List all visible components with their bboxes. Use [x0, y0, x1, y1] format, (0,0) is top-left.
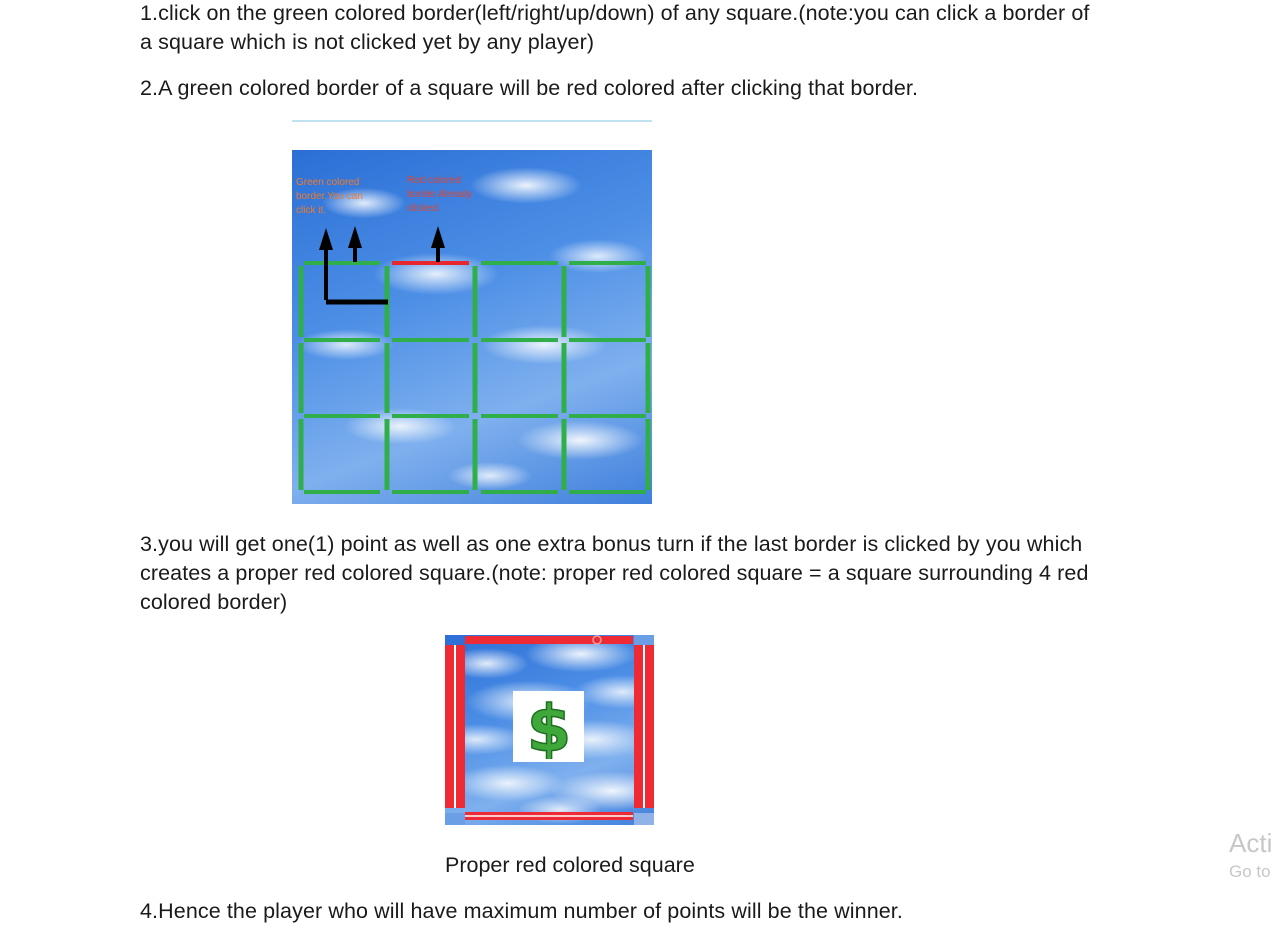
instruction-step-1: 1.click on the green colored border(left… [140, 1, 1090, 54]
instruction-step-4: 4.Hence the player who will have maximum… [140, 899, 903, 923]
proper-square-image: $ [445, 635, 654, 825]
svg-text:$: $ [526, 695, 571, 759]
dollar-icon: $ [513, 691, 584, 762]
divider [292, 120, 652, 122]
square-caption: Proper red colored square [445, 853, 695, 877]
top-red-border [465, 636, 633, 644]
instruction-step-2: 2.A green colored border of a square wil… [140, 76, 919, 100]
activation-watermark-subtitle: Go to [1229, 862, 1271, 881]
board-grid [298, 226, 651, 494]
board-example-image: Green colored border.You can click it. R… [292, 150, 652, 504]
activation-watermark-title: Acti [1229, 828, 1273, 858]
instruction-step-3: 3.you will get one(1) point as well as o… [140, 532, 1089, 614]
